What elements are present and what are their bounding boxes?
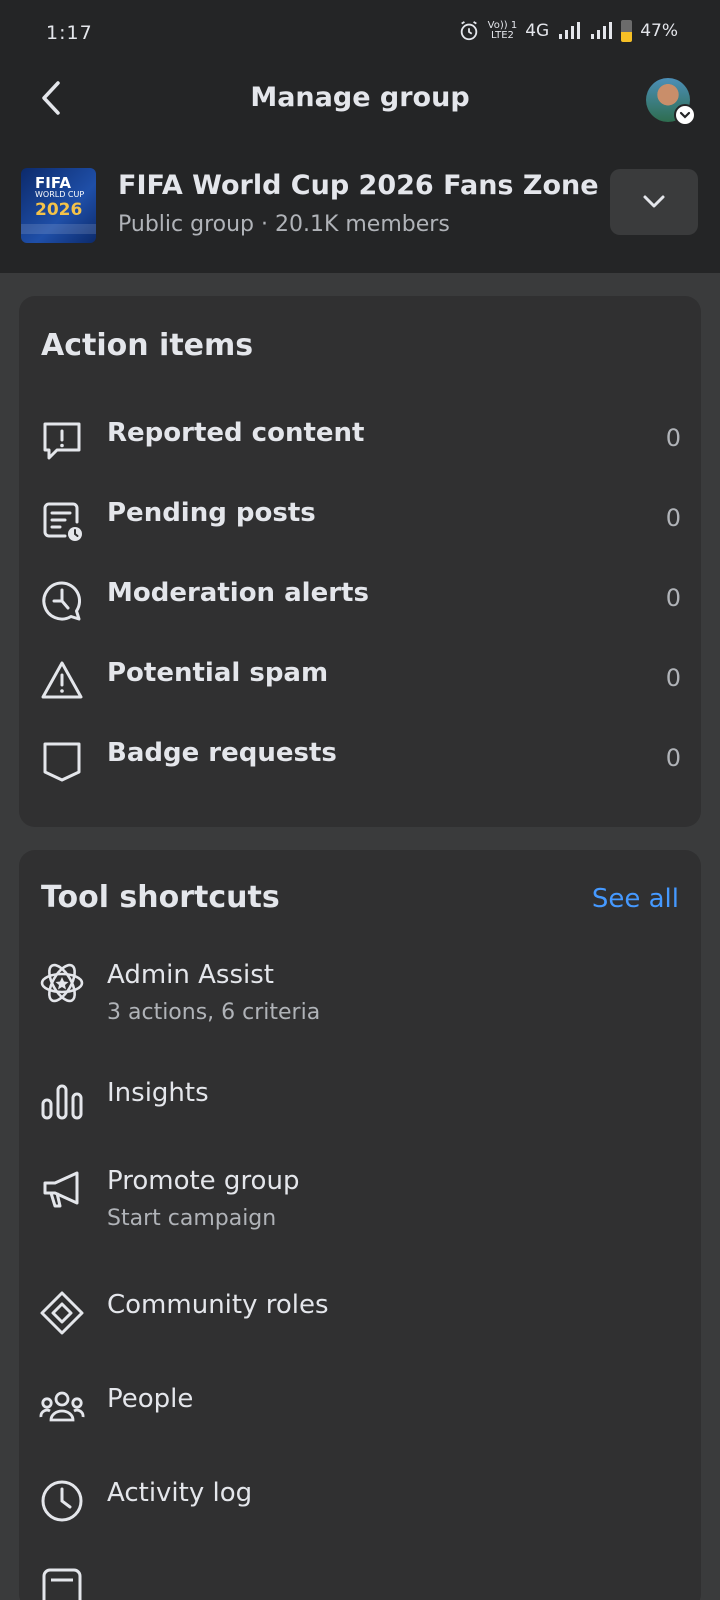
tool-activity-log[interactable]: Activity log [19, 1474, 701, 1534]
tool-shortcuts-title: Tool shortcuts [41, 880, 280, 915]
report-bubble-icon [43, 422, 81, 460]
avatar-dropdown-badge [674, 104, 696, 126]
action-item-count: 0 [665, 664, 681, 692]
action-item-label: Potential spam [107, 658, 329, 688]
diamond-icon [40, 1291, 84, 1335]
battery-percent: 47% [640, 21, 678, 41]
tool-label: Admin Assist [107, 960, 274, 990]
profile-avatar[interactable] [646, 78, 696, 126]
badge-shield-icon [43, 742, 81, 782]
tool-label: Insights [107, 1078, 209, 1108]
action-item-count: 0 [665, 584, 681, 612]
group-meta: Public group · 20.1K members [118, 212, 450, 237]
action-item-pending-posts[interactable]: Pending posts 0 [19, 488, 701, 558]
people-icon [39, 1391, 85, 1422]
page-title: Manage group [250, 82, 470, 113]
tool-shortcuts-card: Tool shortcuts See all Admin Assist 3 ac… [19, 850, 701, 1600]
tool-label: Community roles [107, 1290, 329, 1320]
tool-promote-group[interactable]: Promote group Start campaign [19, 1162, 701, 1252]
tool-label: People [107, 1384, 194, 1414]
tool-insights[interactable]: Insights [19, 1074, 701, 1134]
scheduled-post-icon [42, 1568, 82, 1600]
action-item-label: Reported content [107, 418, 365, 448]
group-switch-button[interactable] [610, 169, 698, 235]
action-items-title: Action items [41, 328, 254, 363]
bar-chart-icon [41, 1084, 83, 1120]
alarm-icon [460, 21, 477, 41]
network-label: Vo)) 1 LTE2 [487, 20, 518, 41]
action-item-count: 0 [665, 424, 681, 452]
status-bar: 1:17 Vo)) 1 LTE2 4G 47% [0, 0, 720, 70]
action-item-count: 0 [665, 744, 681, 772]
action-item-label: Moderation alerts [107, 578, 369, 608]
status-time: 1:17 [46, 22, 93, 44]
tool-label: Activity log [107, 1478, 253, 1508]
chevron-down-icon [643, 195, 665, 208]
tool-community-roles[interactable]: Community roles [19, 1286, 701, 1346]
group-name[interactable]: FIFA World Cup 2026 Fans Zone [118, 170, 599, 201]
moderation-alert-icon [42, 581, 82, 621]
battery-icon [621, 20, 633, 42]
megaphone-icon [43, 1171, 79, 1208]
tool-people[interactable]: People [19, 1380, 701, 1440]
action-item-reported-content[interactable]: Reported content 0 [19, 408, 701, 478]
chevron-down-icon [679, 111, 691, 119]
signal-icon [559, 22, 581, 39]
tool-next-item-partial[interactable] [19, 1562, 701, 1600]
action-item-count: 0 [665, 504, 681, 532]
tool-label: Promote group [107, 1166, 300, 1196]
action-items-card: Action items Reported content 0 Pending … [19, 296, 701, 827]
action-item-label: Badge requests [107, 738, 337, 768]
group-cover-thumbnail[interactable]: FIFA WORLD CUP 2026 [21, 168, 96, 243]
tool-sublabel: Start campaign [107, 1206, 277, 1231]
tool-admin-assist[interactable]: Admin Assist 3 actions, 6 criteria [19, 956, 701, 1042]
signal-icon-2 [591, 22, 613, 39]
status-icons: Vo)) 1 LTE2 4G 47% [458, 20, 678, 42]
tool-sublabel: 3 actions, 6 criteria [107, 1000, 321, 1025]
action-item-potential-spam[interactable]: Potential spam 0 [19, 648, 701, 718]
pending-post-icon [43, 502, 82, 541]
clock-icon [41, 1480, 83, 1522]
action-item-moderation-alerts[interactable]: Moderation alerts 0 [19, 568, 701, 638]
action-item-badge-requests[interactable]: Badge requests 0 [19, 728, 701, 798]
see-all-link[interactable]: See all [592, 884, 679, 914]
action-item-label: Pending posts [107, 498, 316, 528]
admin-assist-icon [40, 963, 84, 1003]
warning-triangle-icon [41, 661, 83, 699]
network-type: 4G [525, 21, 550, 41]
